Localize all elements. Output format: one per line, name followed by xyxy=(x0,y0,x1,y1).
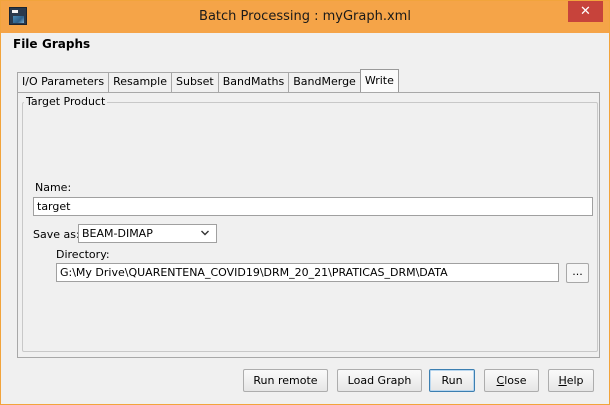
menu-bar: File Graphs xyxy=(9,33,602,55)
directory-label: Directory: xyxy=(56,248,110,261)
tab-io-parameters[interactable]: I/O Parameters xyxy=(17,72,110,92)
help-button[interactable]: Help xyxy=(548,369,594,392)
save-as-value: BEAM-DIMAP xyxy=(82,227,153,240)
close-icon: ✕ xyxy=(580,4,591,19)
save-as-select[interactable]: BEAM-DIMAP xyxy=(78,224,217,243)
load-graph-button[interactable]: Load Graph xyxy=(337,369,422,392)
tab-resample[interactable]: Resample xyxy=(108,72,172,92)
close-label-rest: lose xyxy=(504,374,527,387)
window-title: Batch Processing : myGraph.xml xyxy=(199,9,411,24)
name-input[interactable]: target xyxy=(33,197,593,216)
name-label: Name: xyxy=(35,181,72,194)
save-as-label: Save as: xyxy=(33,228,80,241)
tab-strip: I/O Parameters Resample Subset BandMaths… xyxy=(17,69,399,92)
run-remote-button[interactable]: Run remote xyxy=(243,369,328,392)
run-button[interactable]: Run xyxy=(429,369,475,392)
directory-input[interactable]: G:\My Drive\QUARENTENA_COVID19\DRM_20_21… xyxy=(56,263,559,282)
menu-graphs[interactable]: Graphs xyxy=(42,37,90,51)
close-window-button[interactable]: ✕ xyxy=(568,1,603,22)
tab-bandmerge[interactable]: BandMerge xyxy=(288,72,361,92)
tab-write[interactable]: Write xyxy=(359,69,399,92)
chevron-down-icon xyxy=(201,230,209,236)
browse-directory-button[interactable]: ... xyxy=(566,263,589,283)
help-mnemonic: H xyxy=(558,374,567,387)
tab-subset[interactable]: Subset xyxy=(171,72,219,92)
menu-file[interactable]: File xyxy=(13,37,38,51)
help-label-rest: elp xyxy=(566,374,584,387)
target-product-legend: Target Product xyxy=(24,95,108,108)
title-bar[interactable]: Batch Processing : myGraph.xml ✕ xyxy=(1,1,609,33)
close-button[interactable]: Close xyxy=(484,369,539,392)
tab-bandmaths[interactable]: BandMaths xyxy=(217,72,290,92)
